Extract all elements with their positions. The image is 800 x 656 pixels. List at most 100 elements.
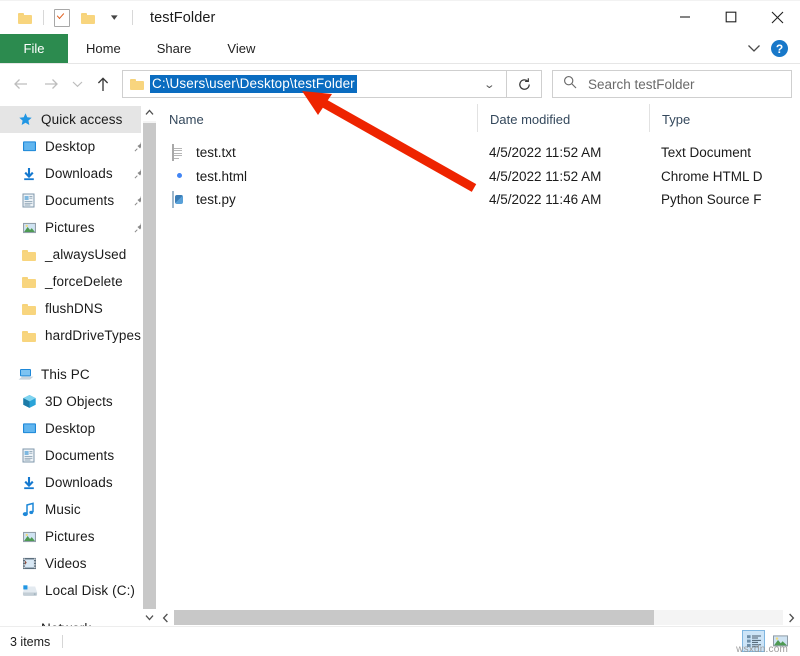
- file-name-cell[interactable]: test.py: [157, 192, 477, 208]
- hscroll-track[interactable]: [174, 610, 783, 625]
- navigation-bar: C:\Users\user\Desktop\testFolder ⌄ Searc…: [0, 64, 800, 104]
- navigation-pane-scrollbar[interactable]: [141, 104, 157, 626]
- sidebar-item-harddrivetypes[interactable]: hardDriveTypes: [0, 322, 157, 349]
- tab-file-label: File: [24, 41, 45, 56]
- python-file-icon: [171, 192, 187, 208]
- folder-icon: [22, 249, 40, 261]
- sidebar-item-label: Videos: [45, 556, 87, 571]
- sidebar-item-local-disk-c[interactable]: Local Disk (C:): [0, 577, 157, 604]
- address-dropdown-chevron-icon[interactable]: ⌄: [475, 78, 505, 91]
- window-title: testFolder: [150, 10, 215, 26]
- sidebar-item-downloads-pc[interactable]: Downloads: [0, 469, 157, 496]
- table-row[interactable]: test.py 4/5/2022 11:46 AM Python Source …: [157, 188, 800, 212]
- sidebar-item-label: Downloads: [45, 166, 113, 181]
- tab-home-label: Home: [86, 41, 121, 56]
- address-bar-text[interactable]: C:\Users\user\Desktop\testFolder: [150, 75, 357, 93]
- tab-view[interactable]: View: [209, 34, 273, 63]
- hscroll-thumb[interactable]: [174, 610, 654, 625]
- file-name-cell[interactable]: test.txt: [157, 145, 477, 161]
- column-header-date-modified[interactable]: Date modified: [477, 104, 649, 132]
- sidebar-item-label: Pictures: [45, 220, 95, 235]
- nav-scroll-thumb[interactable]: [143, 123, 156, 626]
- back-button[interactable]: [6, 69, 36, 99]
- search-input-placeholder[interactable]: Search testFolder: [588, 77, 695, 92]
- download-icon: [22, 167, 40, 181]
- watermark-label: wsxdn.com: [736, 644, 788, 655]
- tab-share[interactable]: Share: [139, 34, 210, 63]
- minimize-button[interactable]: [662, 1, 708, 33]
- status-bar: 3 items wsxdn.com: [0, 626, 800, 656]
- documents-icon: [22, 193, 40, 208]
- expand-ribbon-chevron-down-icon[interactable]: [747, 40, 761, 58]
- maximize-button[interactable]: [708, 1, 754, 33]
- sidebar-group-this-pc[interactable]: This PC: [0, 361, 157, 388]
- sidebar-item-pictures-qa[interactable]: Pictures: [0, 214, 157, 241]
- file-date-cell: 4/5/2022 11:52 AM: [477, 145, 649, 160]
- 3d-objects-icon: [22, 394, 40, 409]
- sidebar-item-documents-qa[interactable]: Documents: [0, 187, 157, 214]
- hscroll-right-arrow[interactable]: [783, 609, 800, 626]
- properties-checkbox-icon[interactable]: [49, 7, 75, 29]
- text-file-icon: [171, 145, 187, 161]
- address-bar[interactable]: C:\Users\user\Desktop\testFolder ⌄: [122, 70, 507, 98]
- address-folder-icon: [130, 78, 145, 90]
- table-row[interactable]: test.html 4/5/2022 11:52 AM Chrome HTML …: [157, 165, 800, 189]
- file-name-label: test.py: [196, 192, 236, 207]
- sidebar-item-desktop-qa[interactable]: Desktop: [0, 133, 157, 160]
- item-count-label: 3 items: [0, 635, 50, 649]
- sidebar-item-3d-objects[interactable]: 3D Objects: [0, 388, 157, 415]
- music-icon: [22, 502, 40, 517]
- sidebar-item-desktop-pc[interactable]: Desktop: [0, 415, 157, 442]
- hscroll-left-arrow[interactable]: [157, 609, 174, 626]
- sidebar-group-quick-access[interactable]: Quick access: [0, 106, 157, 133]
- explorer-body: Quick access Desktop Downloads: [0, 104, 800, 626]
- column-header-name[interactable]: Name ⌃: [157, 104, 477, 132]
- file-list-pane: Name ⌃ Date modified Type test.txt: [157, 104, 800, 626]
- refresh-button[interactable]: [507, 70, 542, 98]
- file-name-label: test.txt: [196, 145, 236, 160]
- sidebar-item-music[interactable]: Music: [0, 496, 157, 523]
- file-list-horizontal-scrollbar[interactable]: [157, 608, 800, 626]
- documents-icon: [22, 448, 40, 463]
- sidebar-item-label: 3D Objects: [45, 394, 113, 409]
- sidebar-item-forcedelete[interactable]: _forceDelete: [0, 268, 157, 295]
- sidebar-item-label: flushDNS: [45, 301, 103, 316]
- status-separator: [62, 635, 63, 648]
- sidebar-item-pictures-pc[interactable]: Pictures: [0, 523, 157, 550]
- sidebar-item-label: Downloads: [45, 475, 113, 490]
- sidebar-item-downloads-qa[interactable]: Downloads: [0, 160, 157, 187]
- sidebar-item-label: _forceDelete: [45, 274, 123, 289]
- sidebar-item-documents-pc[interactable]: Documents: [0, 442, 157, 469]
- qat-separator-2: [132, 10, 133, 25]
- tab-file[interactable]: File: [0, 34, 68, 63]
- column-header-row: Name ⌃ Date modified Type: [157, 104, 800, 132]
- file-name-cell[interactable]: test.html: [157, 168, 477, 184]
- file-name-label: test.html: [196, 169, 247, 184]
- nav-scroll-up-arrow[interactable]: [142, 104, 157, 121]
- search-box[interactable]: Search testFolder: [552, 70, 792, 98]
- videos-icon: [22, 557, 40, 570]
- help-icon[interactable]: ?: [771, 40, 788, 57]
- new-folder-icon[interactable]: [75, 7, 101, 29]
- quick-access-toolbar: ▾: [0, 7, 138, 29]
- column-header-type[interactable]: Type: [649, 104, 800, 132]
- sidebar-item-label: Documents: [45, 448, 114, 463]
- tab-home[interactable]: Home: [68, 34, 139, 63]
- forward-button[interactable]: [36, 69, 66, 99]
- sidebar-item-flushdns[interactable]: flushDNS: [0, 295, 157, 322]
- table-row[interactable]: test.txt 4/5/2022 11:52 AM Text Document: [157, 141, 800, 165]
- sidebar-item-alwaysused[interactable]: _alwaysUsed: [0, 241, 157, 268]
- close-button[interactable]: [754, 1, 800, 33]
- up-button[interactable]: [88, 69, 118, 99]
- customize-qat-caret-icon[interactable]: ▾: [101, 7, 127, 29]
- pictures-icon: [22, 222, 40, 234]
- recent-locations-chevron-down-icon[interactable]: [66, 69, 88, 99]
- sidebar-item-videos[interactable]: Videos: [0, 550, 157, 577]
- folder-icon: [22, 276, 40, 288]
- folder-properties-icon[interactable]: [12, 7, 38, 29]
- sidebar-group-network[interactable]: Network: [0, 615, 157, 626]
- ribbon-tab-bar: File Home Share View ?: [0, 34, 800, 64]
- nav-scroll-down-arrow[interactable]: [142, 609, 157, 626]
- tab-share-label: Share: [157, 41, 192, 56]
- file-type-cell: Python Source F: [649, 192, 800, 207]
